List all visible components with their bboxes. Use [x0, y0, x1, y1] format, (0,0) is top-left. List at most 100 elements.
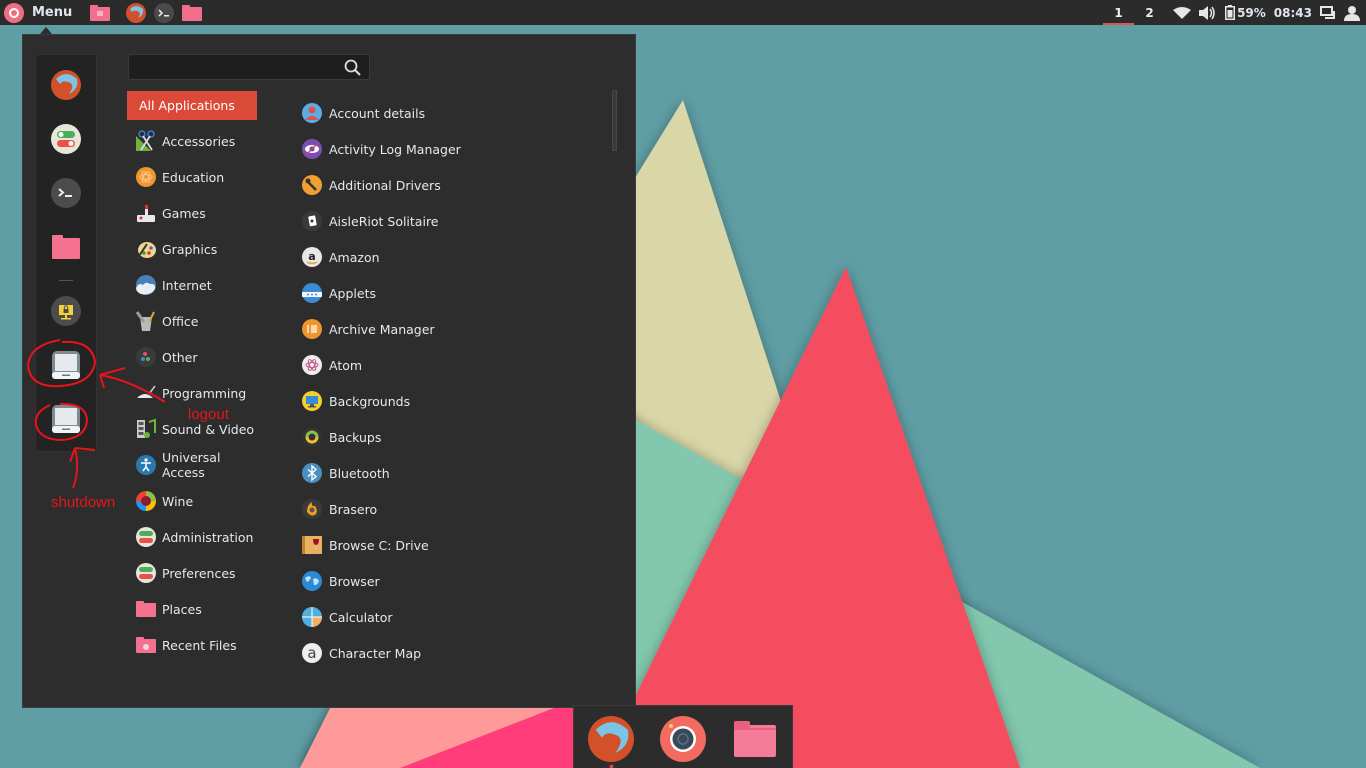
category-label: Programming [162, 385, 247, 401]
app-label: Amazon [329, 249, 380, 265]
network-indicator[interactable] [1169, 0, 1195, 25]
workspace-1[interactable]: 1 [1103, 0, 1135, 25]
files-launcher[interactable] [88, 1, 112, 25]
dock-firefox[interactable] [587, 715, 635, 763]
app-label: AisleRiot Solitaire [329, 213, 439, 229]
category-graphics[interactable]: Graphics [127, 231, 257, 267]
category-preferences[interactable]: Preferences [127, 555, 257, 591]
computer-icon [52, 351, 80, 379]
app-character-map[interactable]: a Character Map [301, 635, 601, 671]
category-office[interactable]: Office [127, 303, 257, 339]
category-label: Games [162, 205, 206, 221]
app-aisleriot-solitaire[interactable]: AisleRiot Solitaire [301, 203, 601, 239]
terminal-launcher[interactable] [152, 1, 176, 25]
category-wine[interactable]: Wine [127, 483, 257, 519]
terminal-icon [154, 2, 175, 23]
app-account-details[interactable]: Account details [301, 95, 601, 131]
app-backups[interactable]: Backups [301, 419, 601, 455]
backups-icon [301, 426, 323, 448]
category-accessories[interactable]: Accessories [127, 123, 257, 159]
category-list: All Applications Accessories Education G… [127, 91, 257, 663]
administration-icon [135, 526, 157, 548]
dock-camera[interactable] [659, 715, 707, 763]
clock[interactable]: 08:43 [1270, 0, 1316, 25]
search-box [128, 54, 370, 80]
menu-button[interactable]: Menu [0, 0, 78, 25]
app-browser[interactable]: Browser [301, 563, 601, 599]
app-label: Account details [329, 105, 426, 121]
app-amazon[interactable]: a Amazon [301, 239, 601, 275]
app-label: Browse C: Drive [329, 537, 429, 553]
favorite-firefox[interactable] [50, 69, 82, 101]
app-calculator[interactable]: Calculator [301, 599, 601, 635]
app-label: Atom [329, 357, 363, 373]
search-icon[interactable] [344, 59, 361, 76]
category-all-applications[interactable]: All Applications [127, 91, 257, 120]
favorite-logout[interactable] [50, 349, 82, 381]
search-input[interactable] [137, 58, 327, 76]
category-label: Places [162, 601, 202, 617]
favorite-lock-screen[interactable] [50, 295, 82, 327]
wifi-icon [1173, 6, 1192, 19]
accessories-icon [135, 130, 157, 152]
app-atom[interactable]: Atom [301, 347, 601, 383]
category-education[interactable]: Education [127, 159, 257, 195]
app-label: Archive Manager [329, 321, 435, 337]
calculator-icon [301, 606, 323, 628]
category-internet[interactable]: Internet [127, 267, 257, 303]
folder-icon [90, 4, 111, 21]
favorite-shutdown[interactable] [50, 403, 82, 435]
app-brasero[interactable]: Brasero [301, 491, 601, 527]
lock-screen-icon [51, 296, 81, 326]
app-backgrounds[interactable]: Backgrounds [301, 383, 601, 419]
top-panel: Menu 1 2 59% 08:43 [0, 0, 1366, 25]
category-universal-access[interactable]: Universal Access [127, 447, 257, 483]
favorite-files[interactable] [50, 231, 82, 263]
volume-indicator[interactable] [1195, 0, 1221, 25]
app-browse-c-drive[interactable]: Browse C: Drive [301, 527, 601, 563]
firefox-icon [588, 716, 634, 762]
category-label: Internet [162, 277, 212, 293]
dock-files[interactable] [731, 715, 779, 763]
category-places[interactable]: Places [127, 591, 257, 627]
windows-icon [1320, 5, 1335, 19]
firefox-launcher[interactable] [124, 1, 148, 25]
app-activity-log-manager[interactable]: Activity Log Manager [301, 131, 601, 167]
category-label: Wine [162, 493, 194, 509]
applets-icon [301, 282, 323, 304]
category-label: Accessories [162, 133, 236, 149]
app-archive-manager[interactable]: Archive Manager [301, 311, 601, 347]
app-label: Character Map [329, 645, 422, 661]
wrench-icon [301, 174, 323, 196]
workspace-2[interactable]: 2 [1134, 0, 1165, 25]
solitaire-icon [301, 210, 323, 232]
category-games[interactable]: Games [127, 195, 257, 231]
category-administration[interactable]: Administration [127, 519, 257, 555]
settings-toggle-icon [51, 124, 81, 154]
category-recent-files[interactable]: Recent Files [127, 627, 257, 663]
programming-icon [135, 382, 157, 404]
education-icon [135, 166, 157, 188]
window-list-button[interactable] [1316, 0, 1340, 25]
folder-launcher[interactable] [180, 1, 204, 25]
battery-indicator[interactable]: 59% [1221, 0, 1270, 25]
favorites-separator [59, 280, 73, 281]
app-applets[interactable]: Applets [301, 275, 601, 311]
category-label: Other [162, 349, 198, 365]
category-other[interactable]: Other [127, 339, 257, 375]
internet-icon [135, 274, 157, 296]
app-label: Applets [329, 285, 376, 301]
application-menu: All Applications Accessories Education G… [22, 34, 636, 708]
app-list-scrollbar[interactable] [612, 90, 617, 151]
user-icon [1344, 5, 1360, 21]
app-bluetooth[interactable]: Bluetooth [301, 455, 601, 491]
character-map-icon: a [301, 642, 323, 664]
category-label: Office [162, 313, 199, 329]
app-label: Activity Log Manager [329, 141, 461, 157]
app-additional-drivers[interactable]: Additional Drivers [301, 167, 601, 203]
user-menu[interactable] [1340, 0, 1366, 25]
favorite-system-settings[interactable] [50, 123, 82, 155]
svg-text:a: a [308, 250, 315, 263]
universal-access-icon [135, 454, 157, 476]
favorite-terminal[interactable] [50, 177, 82, 209]
